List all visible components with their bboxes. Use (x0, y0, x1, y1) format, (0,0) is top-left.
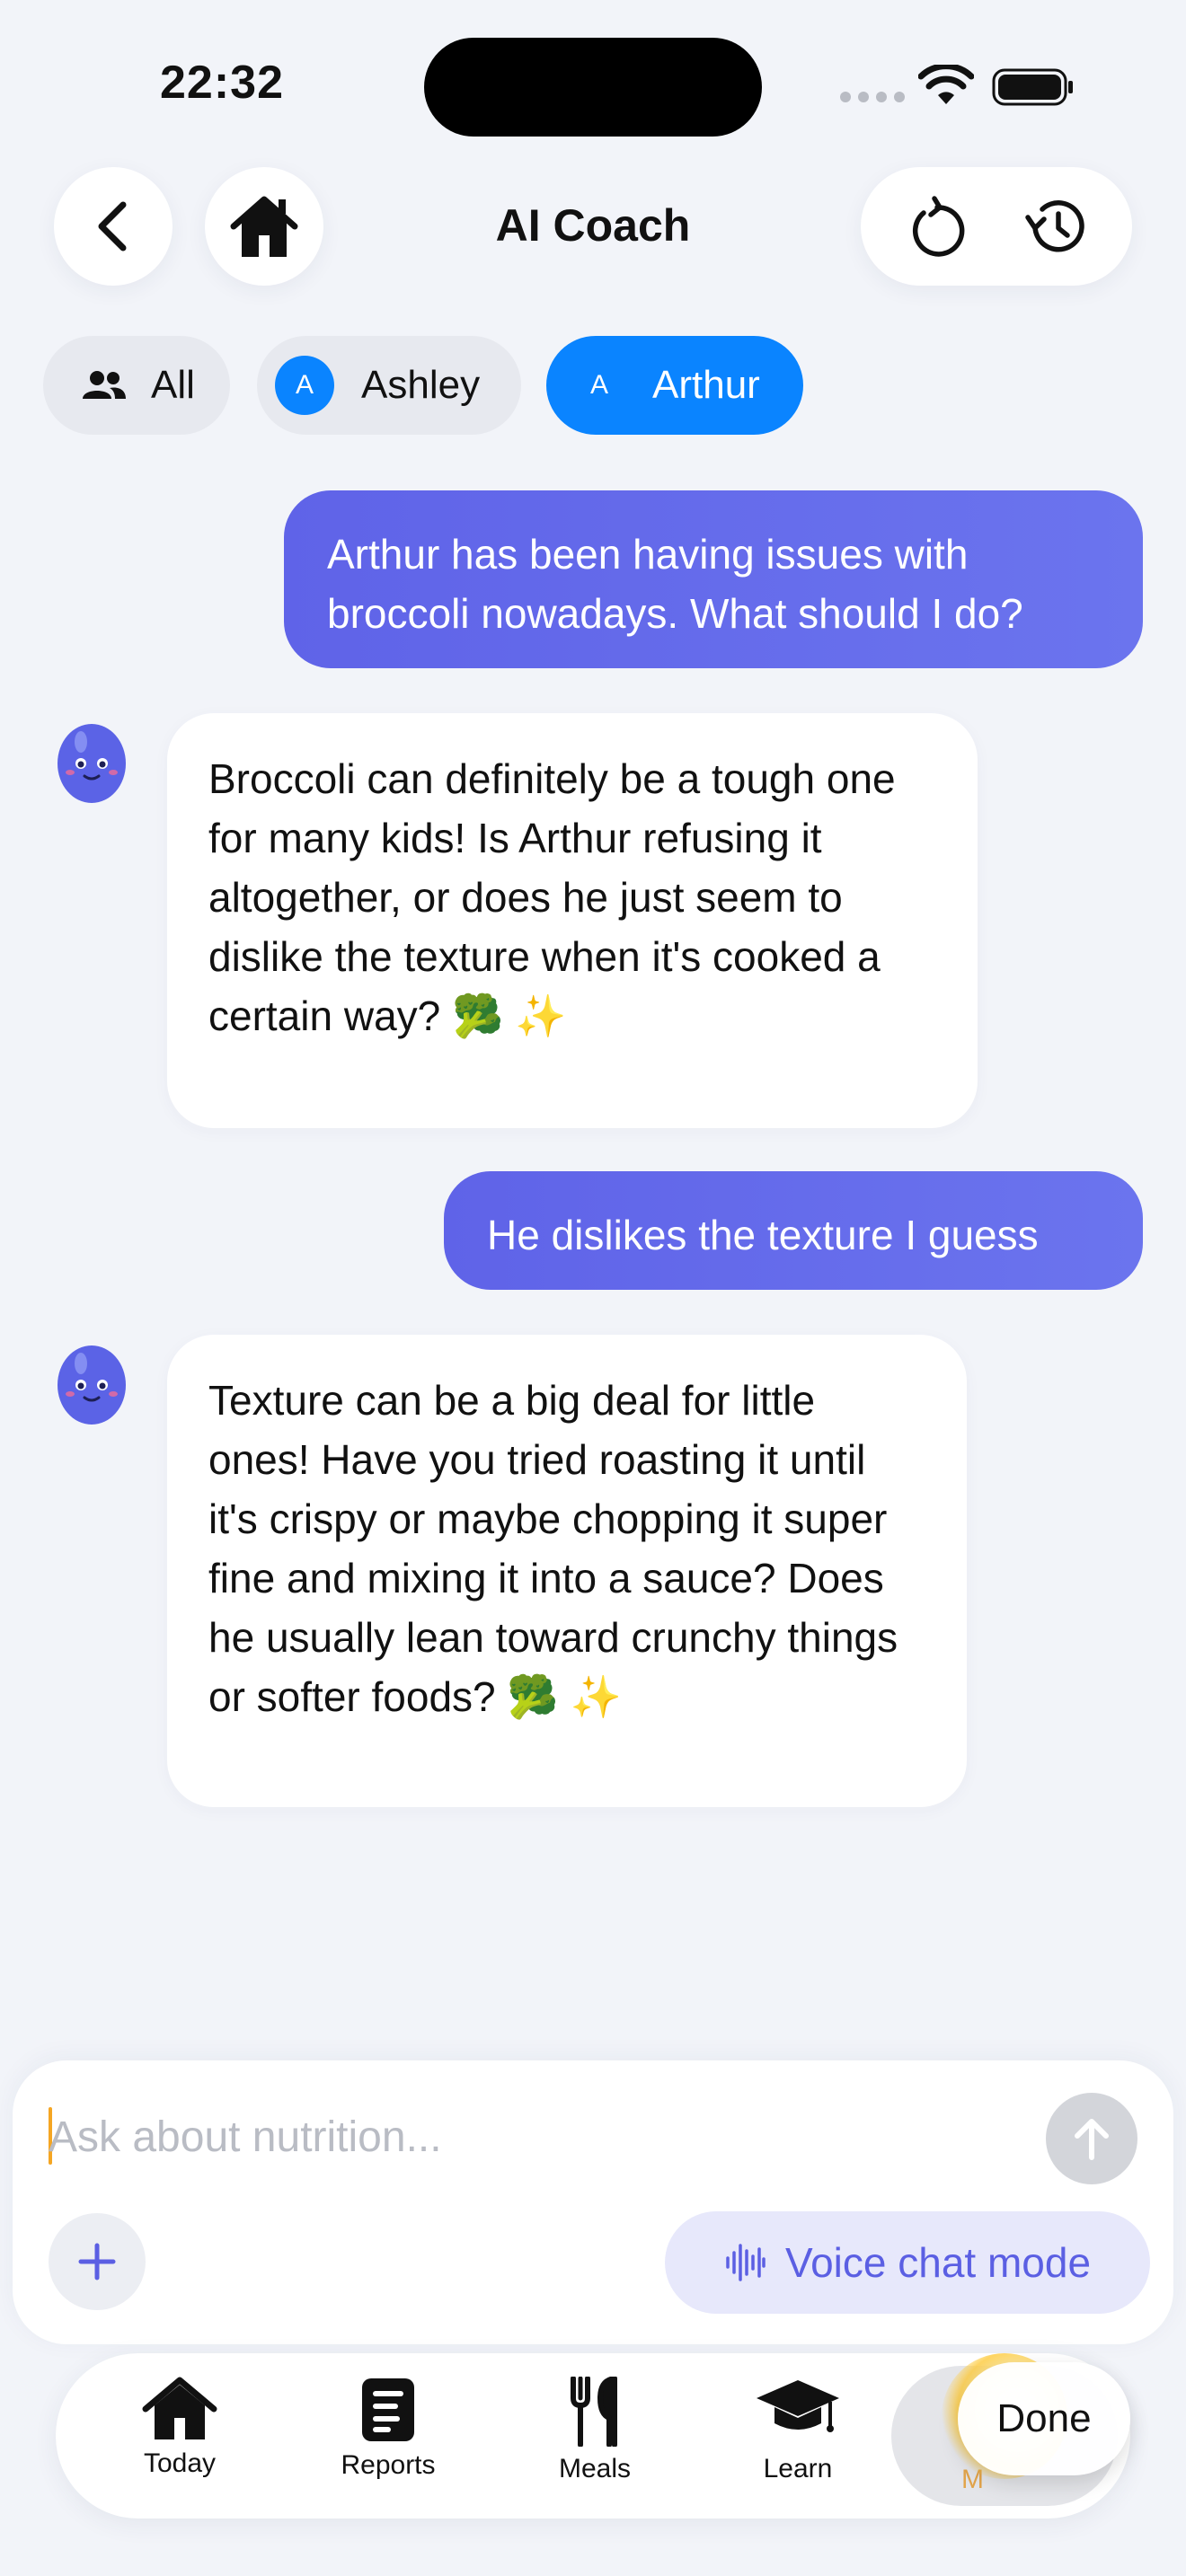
battery-icon (992, 68, 1073, 106)
tab-meals-label: Meals (558, 2454, 632, 2483)
coach-mascot-icon (58, 1345, 126, 1425)
home-button[interactable] (205, 167, 323, 286)
add-attachment-button[interactable] (49, 2213, 146, 2310)
filter-ashley[interactable]: A Ashley (257, 336, 521, 435)
history-icon (1024, 200, 1084, 252)
report-icon (362, 2378, 414, 2441)
done-button[interactable]: Done (958, 2362, 1130, 2475)
avatar: A (275, 356, 334, 415)
header-actions (861, 167, 1132, 286)
done-label: Done (996, 2396, 1092, 2440)
filter-ashley-label: Ashley (361, 363, 481, 407)
coach-message: Broccoli can definitely be a tough one f… (167, 713, 978, 1128)
house-tab-icon (142, 2377, 217, 2439)
coach-mascot-icon (58, 724, 126, 803)
message-input[interactable] (49, 2096, 1037, 2177)
avatar: A (589, 370, 608, 400)
voice-chat-mode-button[interactable]: Voice chat mode (665, 2211, 1150, 2314)
voice-chat-mode-label: Voice chat mode (784, 2239, 1092, 2286)
plus-icon (78, 2243, 116, 2280)
tab-learn-label: Learn (763, 2454, 833, 2483)
filter-all[interactable]: All (43, 336, 230, 435)
send-arrow-icon (1075, 2119, 1109, 2160)
history-button[interactable] (1007, 177, 1106, 276)
fork-knife-icon (571, 2377, 617, 2447)
waveform-icon (726, 2244, 766, 2281)
tab-reports[interactable]: Reports (312, 2377, 465, 2499)
refresh-icon (912, 196, 964, 257)
filter-arthur-label: Arthur (652, 363, 760, 407)
back-button[interactable] (54, 167, 173, 286)
refresh-button[interactable] (888, 177, 987, 276)
back-icon (98, 201, 127, 251)
tab-today[interactable]: Today (103, 2377, 256, 2499)
tab-learn[interactable]: Learn (721, 2377, 874, 2499)
send-button[interactable] (1046, 2093, 1137, 2184)
ai-coach-screen: 22:32 AI Coach All A Ashley A Arthur Art… (0, 0, 1186, 2576)
cellular-signal-icon (840, 92, 905, 102)
coach-message: Texture can be a big deal for little one… (167, 1335, 967, 1807)
status-time: 22:32 (160, 57, 284, 109)
filter-arthur[interactable]: A Arthur (546, 336, 803, 435)
tab-meals[interactable]: Meals (518, 2377, 671, 2499)
user-message: Arthur has been having issues with brocc… (284, 490, 1143, 668)
filter-all-label: All (151, 363, 195, 407)
graduation-cap-icon (757, 2380, 839, 2432)
composer: Voice chat mode (13, 2060, 1173, 2344)
user-message: He dislikes the texture I guess (444, 1171, 1143, 1290)
wifi-icon (918, 65, 974, 104)
tab-reports-label: Reports (341, 2450, 436, 2480)
home-icon (230, 196, 298, 257)
dynamic-island (424, 38, 762, 137)
tab-today-label: Today (143, 2448, 217, 2478)
people-icon (83, 371, 126, 399)
